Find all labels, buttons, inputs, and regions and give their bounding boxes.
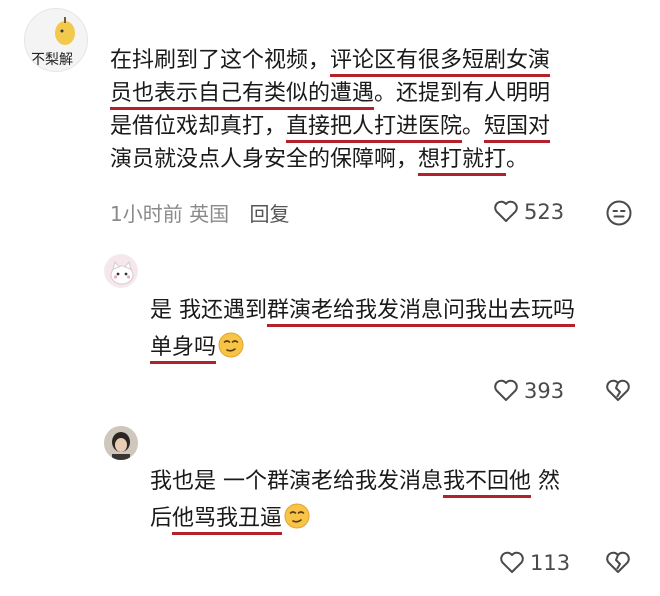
- emoji-reply-button[interactable]: [605, 199, 633, 227]
- reply-button[interactable]: 回复: [249, 202, 289, 226]
- post-line-4: 演员就没点人身安全的保障啊，想打就打。: [110, 143, 550, 176]
- like-count: 113: [530, 551, 571, 575]
- heart-icon: [500, 551, 524, 573]
- broken-heart-icon: [606, 379, 630, 401]
- reply-line-2: 单身吗: [150, 331, 575, 364]
- reply-avatar[interactable]: [104, 426, 138, 460]
- cat-avatar-icon: [110, 260, 134, 285]
- heart-icon: [494, 200, 518, 222]
- reply-line-1: 我也是 一个群演老给我发消息我不回他 然: [150, 465, 560, 498]
- reply-avatar[interactable]: [104, 254, 138, 288]
- like-button[interactable]: [493, 199, 519, 223]
- heart-icon: [494, 379, 518, 401]
- post-highlight: 员也表示自己有类似的遭遇: [110, 81, 375, 110]
- reply-highlight: 他骂我丑逼: [172, 506, 283, 535]
- post-highlight: 评论区有很多短剧女演: [330, 48, 551, 77]
- post-highlight: 想打就打: [418, 147, 507, 176]
- reply-text: 是 我还遇到群演老给我发消息问我出去玩吗 单身吗: [150, 294, 576, 364]
- post-highlight: 直接把人打进医院: [286, 114, 463, 143]
- person-avatar-icon: [104, 426, 138, 460]
- post-avatar[interactable]: 不梨解: [24, 8, 88, 72]
- post-text: 在抖刷到了这个视频，评论区有很多短剧女演 员也表示自己有类似的遭遇。还提到有人明…: [110, 44, 551, 176]
- post-time: 1小时前: [110, 202, 183, 226]
- post-line-2: 员也表示自己有类似的遭遇。还提到有人明明: [110, 77, 550, 110]
- emoji-face-icon: [606, 200, 632, 226]
- post-line-1: 在抖刷到了这个视频，评论区有很多短剧女演: [110, 44, 551, 77]
- reply-line-2: 后他骂我丑逼: [150, 502, 560, 535]
- reply-text: 我也是 一个群演老给我发消息我不回他 然 后他骂我丑逼: [150, 465, 560, 535]
- post-location: 英国: [189, 202, 230, 226]
- dislike-button[interactable]: [605, 550, 631, 574]
- dislike-button[interactable]: [605, 378, 631, 402]
- post-highlight: 短国对: [484, 114, 551, 143]
- reply-highlight: 群演老给我发消息问我出去玩吗: [267, 298, 576, 327]
- post-line-3: 是借位戏却真打，直接把人打进医院。短国对: [110, 110, 551, 143]
- reply-highlight: 单身吗: [150, 335, 217, 364]
- reply-line-1: 是 我还遇到群演老给我发消息问我出去玩吗: [150, 294, 576, 327]
- post-avatar-label: 不梨解: [31, 52, 73, 68]
- smirk-emoji-icon: [284, 503, 310, 529]
- reply-highlight: 我不回他: [443, 469, 532, 498]
- like-button[interactable]: [493, 378, 519, 402]
- smirk-emoji-icon: [218, 332, 244, 358]
- broken-heart-icon: [606, 551, 630, 573]
- like-button[interactable]: [499, 550, 525, 574]
- post-meta: 1小时前 英国 回复: [110, 198, 289, 227]
- like-count: 393: [524, 379, 565, 403]
- like-count: 523: [524, 200, 565, 224]
